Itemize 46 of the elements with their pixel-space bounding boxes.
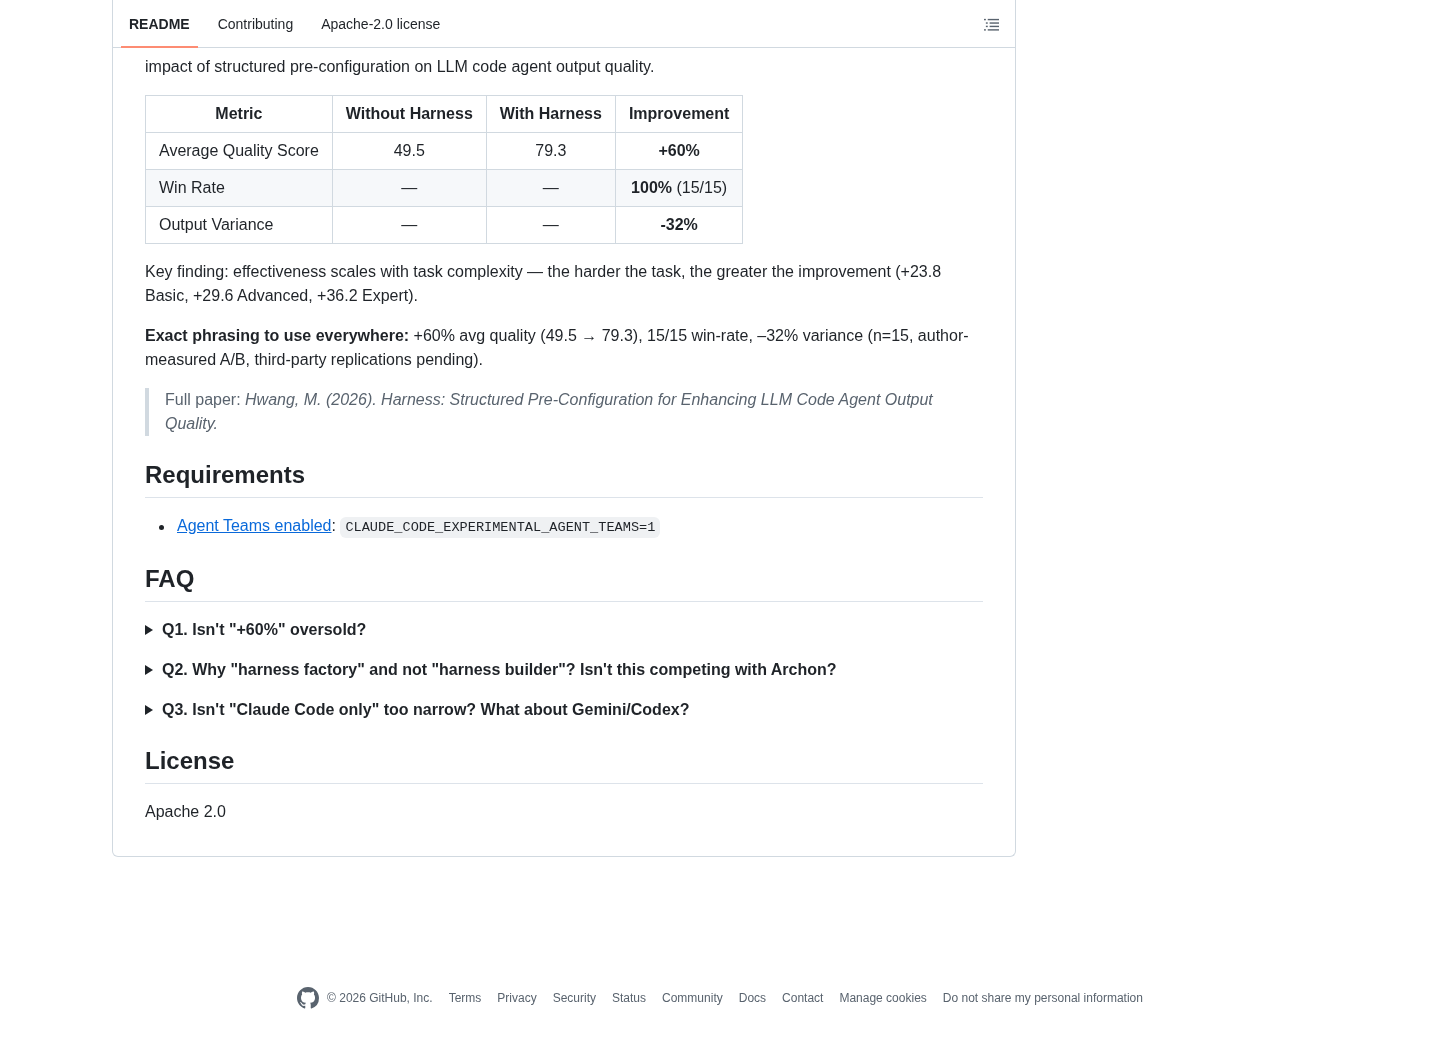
table-cell: — [486,169,616,207]
section-heading: Requirements [145,460,983,498]
faq-question[interactable]: Q3. Isn't "Claude Code only" too narrow? What about Gemini/Codex? [145,698,983,722]
section-heading: License [145,746,983,784]
table-cell: 49.5 [332,132,487,170]
tab[interactable]: README [121,0,198,48]
footer-link[interactable]: Privacy [497,989,537,1007]
paragraph: Exact phrasing to use everywhere: +60% avg quality (49.5 → 79.3), 15/15 win-rate, –32% variance (n=15, author-measured A/B, third-party replications pending). [145,326,970,370]
table-cell: — [332,206,487,244]
copyright-text: © 2026 GitHub, Inc. [327,990,433,1007]
footer-link[interactable]: Do not share my personal information [942,989,1143,1007]
list-icon [983,17,999,31]
footer-link[interactable]: Contact [782,989,824,1007]
list-item: Agent Teams enabled: CLAUDE_CODE_EXPERIMENTAL_AGENT_TEAMS=1 [177,514,661,540]
table-cell: 100% (15/15) [615,169,743,207]
table-cell: — [332,169,487,207]
table-cell: Win Rate [145,169,333,207]
table-cell: — [486,206,616,244]
table-header-cell: Without Harness [332,95,487,133]
table-cell: Average Quality Score [145,132,333,170]
footer-link[interactable]: Security [552,989,596,1007]
paragraph: impact of structured pre-configuration on LLM code agent output quality. [145,57,656,77]
table-cell: +60% [615,132,743,170]
table-header-cell: Metric [145,95,333,133]
paragraph: Apache 2.0 [145,802,227,822]
inline-code: CLAUDE_CODE_EXPERIMENTAL_AGENT_TEAMS=1 [340,517,661,538]
table-cell: -32% [615,206,743,244]
paragraph: Key finding: effectiveness scales with task complexity — the harder the task, the greater the improvement (+23.8 Basic, +29.6 Advanced, +36.2 Expert). [145,262,943,306]
bullet-icon [159,524,164,530]
table-header-cell: With Harness [486,95,616,133]
cat-logo-icon[interactable] [297,987,320,1009]
tab[interactable]: Contributing [209,0,302,48]
footer-link[interactable]: Manage cookies [839,989,927,1007]
quote-block: Full paper: Hwang, M. (2026). Harness: Structured Pre-Configuration for Enhancing LLM Code Agent Output Quality. [145,388,983,436]
text-link[interactable]: Agent Teams enabled [177,517,332,534]
faq-question[interactable]: Q1. Isn't "+60%" oversold? [145,618,983,642]
footer-link[interactable]: Docs [738,989,767,1007]
footer-link[interactable]: Status [612,989,647,1007]
table-cell: 79.3 [486,132,616,170]
table-cell: Output Variance [145,206,333,244]
table-header-cell: Improvement [615,95,743,133]
footer-link[interactable]: Terms [448,989,482,1007]
tab[interactable]: Apache-2.0 license [313,0,449,48]
section-heading: FAQ [145,564,983,602]
faq-question[interactable]: Q2. Why "harness factory" and not "harness builder"? Isn't this competing with Archon? [145,658,983,682]
footer-link[interactable]: Community [662,989,723,1007]
